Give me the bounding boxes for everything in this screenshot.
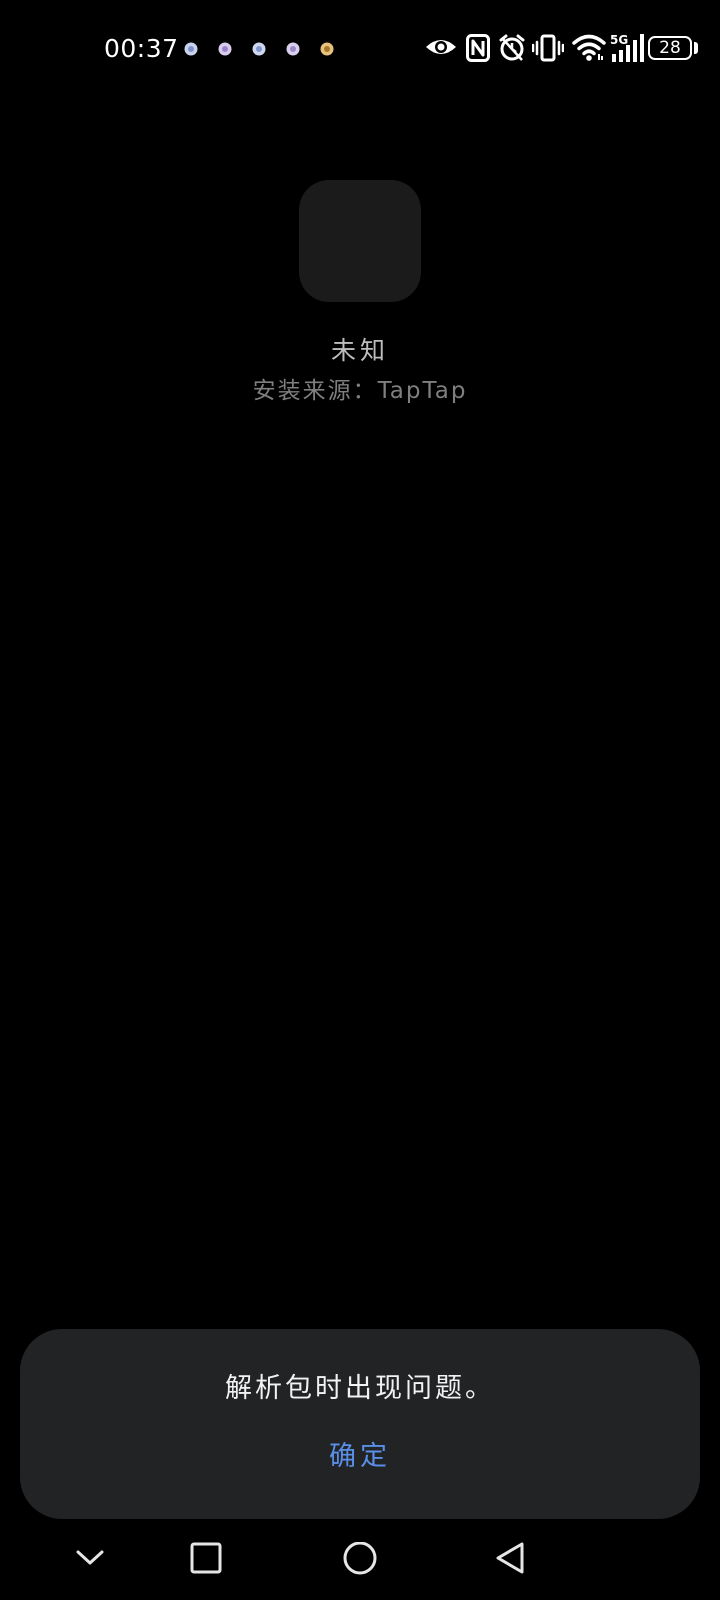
- error-dialog: 解析包时出现问题。 确定: [20, 1329, 700, 1519]
- app-notification-icon: [286, 42, 300, 56]
- eye-comfort-icon: [426, 40, 456, 54]
- cellular-5g-icon: 5G: [610, 33, 644, 62]
- dialog-message: 解析包时出现问题。: [225, 1373, 495, 1404]
- svg-text:5G: 5G: [610, 33, 628, 47]
- battery-icon: 28: [648, 36, 692, 60]
- app-notification-icon: [184, 42, 198, 56]
- battery-cap: [694, 42, 698, 54]
- notification-icons: [182, 40, 336, 58]
- system-icons: 5G 28: [380, 30, 720, 70]
- install-source: 安装来源：TapTap: [252, 378, 468, 404]
- vibrate-icon: [532, 34, 564, 62]
- navigation-bar: [0, 1530, 720, 1590]
- battery-level: 28: [659, 38, 681, 58]
- back-icon[interactable]: [494, 1542, 528, 1576]
- recent-apps-icon[interactable]: [190, 1542, 222, 1574]
- app-notification-icon: [218, 42, 232, 56]
- wifi-icon: [572, 34, 606, 61]
- confirm-button[interactable]: 确定: [290, 1429, 430, 1485]
- chevron-down-icon[interactable]: [74, 1542, 106, 1574]
- home-icon[interactable]: [342, 1542, 378, 1578]
- app-notification-icon: [320, 42, 334, 56]
- nfc-icon: [466, 34, 490, 62]
- status-bar: 00:37 5G 28: [0, 0, 720, 100]
- app-icon-placeholder: [299, 180, 421, 302]
- alarm-icon: [499, 34, 525, 61]
- app-name: 未知: [330, 336, 389, 365]
- status-time: 00:37: [104, 34, 179, 63]
- app-notification-icon: [252, 42, 266, 56]
